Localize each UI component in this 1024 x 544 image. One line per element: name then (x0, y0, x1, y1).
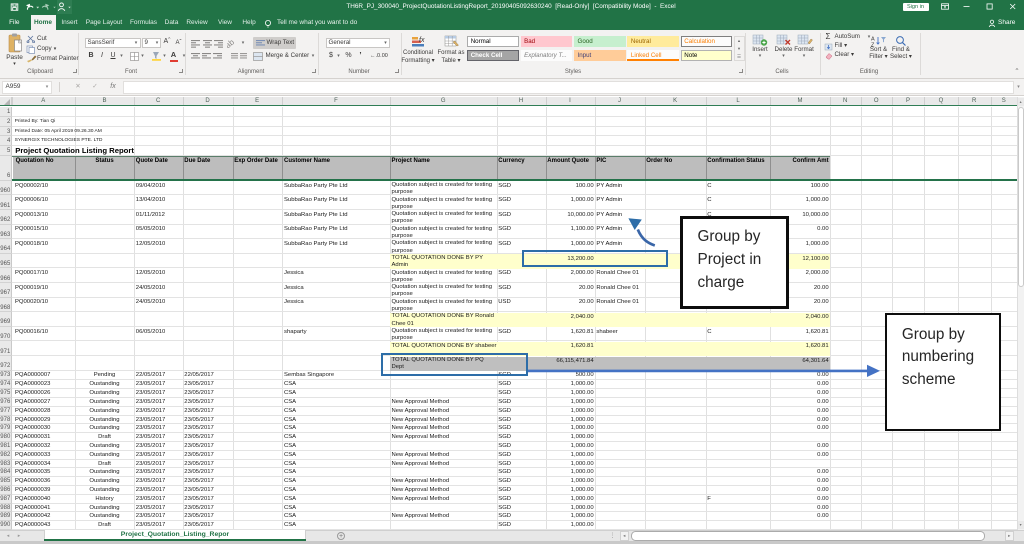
svg-text:fx: fx (419, 37, 425, 44)
